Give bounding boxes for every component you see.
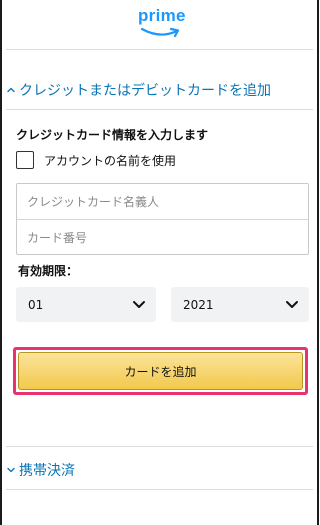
section-divider bbox=[6, 446, 313, 447]
header-divider bbox=[6, 49, 313, 50]
section-divider bbox=[6, 489, 313, 490]
cardholder-name-input[interactable] bbox=[17, 184, 308, 219]
expiry-month-select[interactable]: 01 bbox=[16, 287, 156, 322]
smile-arrow-icon bbox=[140, 27, 180, 38]
use-account-name-checkbox[interactable] bbox=[16, 151, 34, 169]
chevron-up-icon bbox=[7, 87, 15, 93]
header: prime bbox=[0, 0, 319, 48]
use-account-name-row: アカウントの名前を使用 bbox=[16, 150, 176, 170]
left-edge bbox=[0, 0, 2, 525]
add-card-button[interactable]: カードを追加 bbox=[18, 352, 303, 390]
card-input-group bbox=[16, 183, 309, 255]
prime-logo: prime bbox=[138, 6, 186, 40]
expiry-label: 有効期限： bbox=[18, 264, 79, 278]
mobile-payment-toggle-label: 携帯決済 bbox=[19, 463, 75, 479]
use-account-name-label: アカウントの名前を使用 bbox=[44, 153, 177, 168]
payment-page: prime クレジットまたはデビットカードを追加 クレジットカード情報を入力しま… bbox=[0, 0, 319, 525]
card-section-toggle-label: クレジットまたはデビットカードを追加 bbox=[19, 83, 271, 99]
card-form-title: クレジットカード情報を入力します bbox=[16, 128, 209, 142]
chevron-down-icon bbox=[133, 301, 145, 308]
chevron-down-icon bbox=[286, 301, 298, 308]
right-edge bbox=[317, 0, 319, 525]
expiry-year-value: 2021 bbox=[183, 297, 214, 312]
expiry-month-value: 01 bbox=[28, 297, 44, 312]
prime-logo-text: prime bbox=[138, 6, 186, 25]
section-divider bbox=[6, 109, 313, 110]
card-section-toggle[interactable]: クレジットまたはデビットカードを追加 bbox=[6, 77, 271, 103]
card-number-input[interactable] bbox=[17, 220, 308, 255]
chevron-down-icon bbox=[7, 467, 15, 473]
mobile-payment-toggle[interactable]: 携帯決済 bbox=[6, 457, 75, 483]
expiry-year-select[interactable]: 2021 bbox=[171, 287, 309, 322]
